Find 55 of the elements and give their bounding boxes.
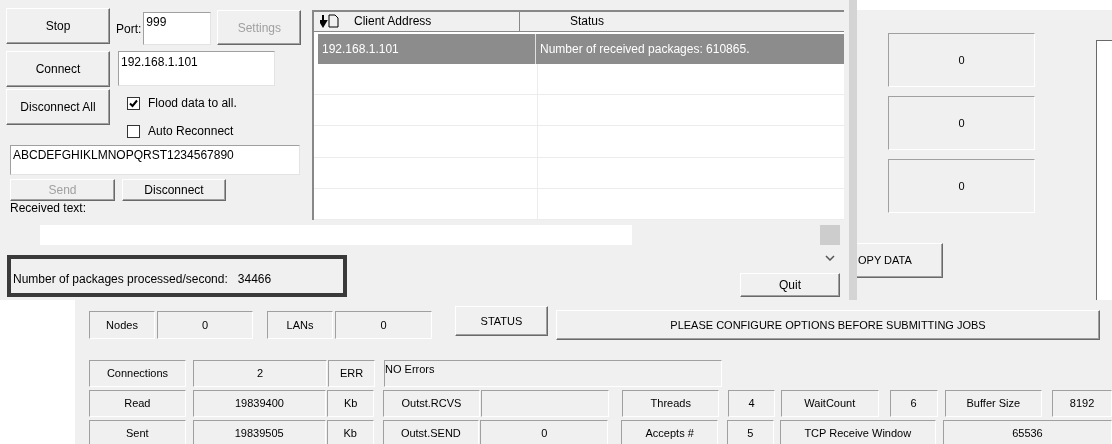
- stats-cell: 19839400: [192, 390, 327, 417]
- nodes-value: 0: [157, 311, 253, 339]
- connect-button[interactable]: Connect: [6, 51, 110, 87]
- stats-cell: 0: [480, 420, 609, 444]
- stats-cell: 6: [889, 390, 938, 417]
- counter-field: 0: [888, 96, 1035, 150]
- quit-button[interactable]: Quit: [740, 273, 840, 297]
- chevron-down-icon: [825, 255, 835, 261]
- stats-cell: Accepts #: [621, 420, 718, 444]
- stats-cell: Outst.RCVS: [383, 390, 480, 417]
- stats-cell: Kb: [327, 390, 375, 417]
- stop-button[interactable]: Stop: [6, 8, 110, 44]
- arrow-page-icon: [320, 14, 342, 29]
- checkbox-label: Auto Reconnect: [148, 123, 234, 140]
- disconnect-button[interactable]: Disconnect: [122, 179, 226, 201]
- nodes-label: Nodes: [89, 311, 155, 339]
- stats-cell: 5: [726, 420, 774, 444]
- stats-cell: Read: [89, 390, 186, 417]
- checkbox-label: Flood data to all.: [148, 95, 237, 112]
- port-field[interactable]: 999: [143, 12, 212, 45]
- checkbox[interactable]: [127, 96, 140, 110]
- stats-cell: Outst.SEND: [382, 420, 480, 444]
- copy-data-button[interactable]: OPY DATA: [855, 243, 943, 278]
- stats-cell: Buffer Size: [944, 390, 1043, 417]
- stats-cell: WaitCount: [780, 390, 879, 417]
- stats-cell: 65536: [942, 420, 1112, 444]
- lans-label: LANs: [267, 311, 333, 339]
- stats-cell: Sent: [89, 420, 186, 444]
- checkbox[interactable]: [127, 124, 140, 138]
- stats-cell: Kb: [326, 420, 374, 444]
- stats-cell: 2: [193, 360, 327, 387]
- rate-label: Number of packages processed/second:: [13, 271, 228, 288]
- stats-cell: 8192: [1052, 390, 1112, 417]
- table-cell-text: Number of received packages: 610865.: [539, 40, 751, 58]
- stats-cell: 4: [728, 390, 775, 417]
- message-field[interactable]: ABCDEFGHIKLMNOPQRST1234567890: [10, 145, 300, 175]
- stats-cell: NO Errors: [384, 360, 722, 387]
- table-cell: 192.168.1.101: [318, 33, 536, 64]
- stats-cell: 19839505: [192, 420, 326, 444]
- column-header[interactable]: Client Address: [314, 12, 520, 32]
- rate-value: 34466: [237, 271, 272, 288]
- status-button[interactable]: STATUS: [455, 306, 548, 336]
- stats-cell: ERR: [328, 360, 375, 387]
- stats-cell: TCP Receive Window: [779, 420, 936, 444]
- counter-field: 0: [888, 33, 1035, 87]
- disconnect-all-button[interactable]: Disconnect All: [6, 89, 110, 125]
- stats-cell: Threads: [622, 390, 720, 417]
- port-label: Port:: [116, 21, 142, 38]
- counter-field: 0: [888, 159, 1035, 213]
- column-header[interactable]: Status: [520, 12, 844, 32]
- lans-value: 0: [335, 311, 432, 339]
- received-text-label: Received text:: [10, 201, 88, 215]
- stats-cell: Connections: [89, 360, 186, 387]
- address-field[interactable]: 192.168.1.101: [118, 51, 275, 86]
- status-message: PLEASE CONFIGURE OPTIONS BEFORE SUBMITTING JOBS: [556, 310, 1100, 340]
